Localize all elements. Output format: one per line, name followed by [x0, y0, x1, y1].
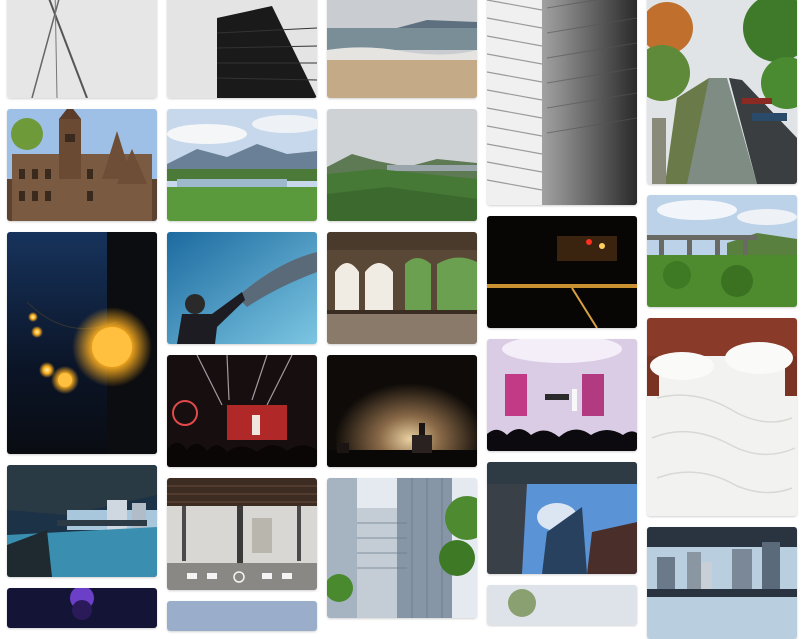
photo-aquarium-diver	[167, 232, 317, 344]
photo-elevated-train-street	[167, 478, 317, 590]
photo-tile-glass-towers[interactable]	[327, 478, 477, 618]
photo-viaduct-valley	[647, 195, 797, 307]
photo-tile-concert-lights[interactable]	[167, 355, 317, 467]
photo-tile-gothic-town-hall[interactable]	[7, 109, 157, 221]
photo-beach-shore	[327, 0, 477, 98]
photo-tile-dark-skyscraper[interactable]	[167, 0, 317, 98]
photo-tile-beach-shore[interactable]	[327, 0, 477, 98]
photo-tile-towers-from-below[interactable]	[487, 462, 637, 574]
photo-riverwalk-bridge	[7, 465, 157, 577]
photo-towers-from-below	[487, 462, 637, 574]
photo-night-road	[487, 216, 637, 328]
photo-tile-window-blinds[interactable]	[487, 0, 637, 205]
photo-tile-partial[interactable]	[167, 601, 317, 631]
photo-partial	[167, 601, 317, 631]
photo-gallery	[0, 0, 805, 639]
photo-arched-colonnade	[327, 232, 477, 344]
photo-green-hills	[327, 109, 477, 221]
photo-concert-lights	[167, 355, 317, 467]
photo-acrobat-concert	[487, 339, 637, 451]
photo-tile-canal-boats[interactable]	[647, 0, 797, 184]
photo-concert-stage	[7, 588, 157, 628]
photo-canal-boats	[647, 0, 797, 184]
photo-tile-aquarium-diver[interactable]	[167, 232, 317, 344]
photo-tile-night-road[interactable]	[487, 216, 637, 328]
photo-dark-skyscraper	[167, 0, 317, 98]
photo-antenna-cables	[7, 0, 157, 98]
photo-tile-partial-tree[interactable]	[487, 585, 637, 625]
photo-tile-riverwalk-bridge[interactable]	[7, 465, 157, 577]
photo-bridge-skyline	[647, 527, 797, 639]
photo-tile-acrobat-concert[interactable]	[487, 339, 637, 451]
photo-tile-arched-colonnade[interactable]	[327, 232, 477, 344]
photo-gothic-town-hall	[7, 109, 157, 221]
photo-smoke-stage	[327, 355, 477, 467]
photo-glass-towers	[327, 478, 477, 618]
photo-tile-unmade-bed[interactable]	[647, 318, 797, 516]
photo-tile-viaduct-valley[interactable]	[647, 195, 797, 307]
photo-unmade-bed	[647, 318, 797, 516]
photo-tile-bridge-skyline[interactable]	[647, 527, 797, 639]
photo-tile-elevated-train-street[interactable]	[167, 478, 317, 590]
photo-tile-green-hills[interactable]	[327, 109, 477, 221]
photo-tile-string-lights[interactable]	[7, 232, 157, 454]
photo-tile-smoke-stage[interactable]	[327, 355, 477, 467]
photo-window-blinds	[487, 0, 637, 205]
photo-tile-antenna-cables[interactable]	[7, 0, 157, 98]
photo-partial-tree	[487, 585, 637, 625]
photo-valley-lake	[167, 109, 317, 221]
photo-string-lights	[7, 232, 157, 454]
photo-tile-concert-stage[interactable]	[7, 588, 157, 628]
photo-tile-valley-lake[interactable]	[167, 109, 317, 221]
